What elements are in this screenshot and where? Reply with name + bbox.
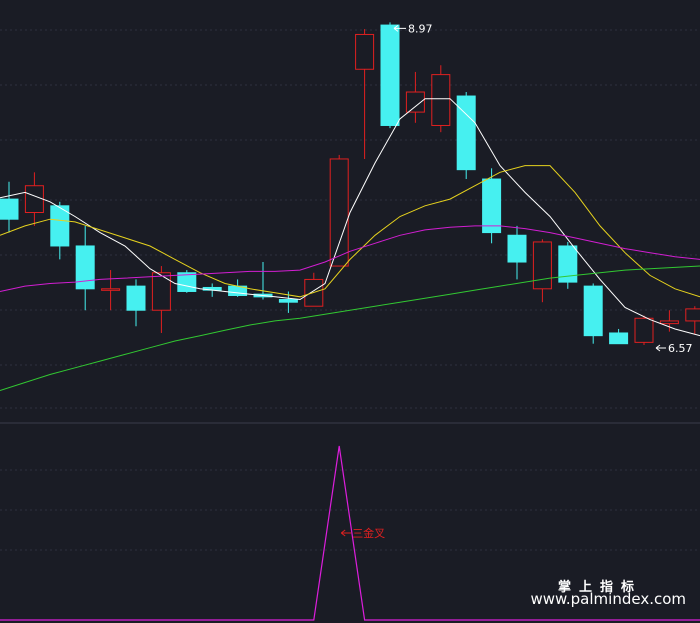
candle-body [634,317,654,343]
candle-body [456,95,476,171]
candle-body [151,272,171,311]
chart-canvas: 8.97 6.57 三金叉 [0,0,700,623]
low-price-label: 6.57 [668,342,693,355]
candle-body [355,33,375,70]
candle-body [380,24,400,126]
candle-body [431,74,451,126]
candle-body [659,320,679,325]
candle-body [278,299,298,303]
brand-url: www.palmindex.com [530,590,686,608]
candle-body [329,158,349,267]
candle-body [609,332,629,345]
candle-body [126,285,146,311]
candle-body [405,91,425,113]
candle-body [482,178,502,234]
candle-body [24,185,44,213]
candle-body [507,234,527,263]
candle-body [75,245,95,290]
signal-label: 三金叉 [352,526,385,540]
high-price-label: 8.97 [408,22,433,35]
candle-body [532,241,552,290]
candle-body [101,288,121,291]
candle-body [583,285,603,337]
candle-body [0,198,19,220]
candle-body [685,308,700,322]
